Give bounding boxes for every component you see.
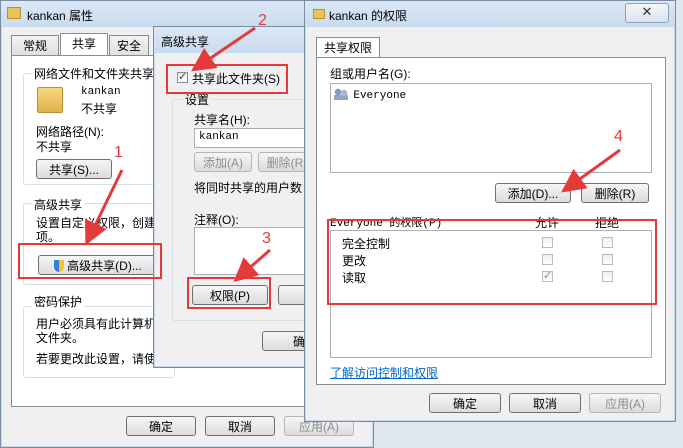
annotation-1: 1 — [114, 144, 123, 161]
arrow-2 — [191, 26, 256, 72]
annotation-arrows — [85, 26, 621, 282]
arrow-3 — [233, 248, 271, 282]
arrow-1 — [85, 169, 124, 246]
annotation-3: 3 — [262, 230, 271, 247]
arrow-4 — [561, 148, 621, 193]
annotation-4: 4 — [614, 128, 623, 145]
annotation-2: 2 — [258, 12, 267, 29]
